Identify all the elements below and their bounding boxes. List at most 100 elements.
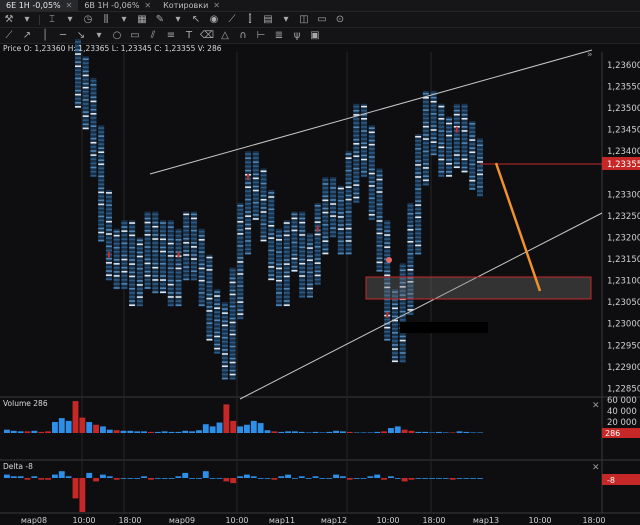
heat-cell [82, 111, 89, 113]
heat-cell [407, 208, 414, 211]
heat-cell [160, 279, 167, 281]
time-axis-label: 18:00 [422, 516, 445, 525]
heat-cell [121, 279, 128, 281]
heat-cell [198, 267, 205, 270]
delta-bar [477, 478, 483, 479]
heat-cell [399, 310, 406, 313]
heat-cell [237, 273, 244, 275]
heat-cell [175, 296, 182, 298]
delta-bar [463, 478, 470, 479]
volume-bar [148, 431, 154, 433]
heat-cell [229, 333, 236, 336]
heat-cell [152, 234, 159, 236]
chart-canvas[interactable]: » 1,236001,235501,235001,234501,234001,2… [0, 0, 640, 525]
heat-cell [75, 65, 81, 68]
heat-cell [75, 93, 81, 96]
delta-bar [86, 472, 93, 478]
delta-bar [257, 478, 264, 479]
heat-cell [353, 126, 360, 129]
heat-cell [229, 285, 236, 288]
heat-cell [415, 144, 422, 146]
heat-cell [399, 360, 406, 363]
heat-cell [376, 178, 383, 181]
heat-cell [152, 238, 159, 240]
heat-cell [268, 233, 275, 235]
heat-cell [144, 238, 151, 240]
price-axis-label: 1,23500 [607, 104, 640, 114]
heat-cell [98, 155, 105, 158]
heat-cell [422, 130, 429, 132]
volume-axis-label: 40 000 [607, 407, 637, 417]
forecast-arrow-line[interactable] [494, 162, 542, 292]
scroll-right-icon[interactable]: » [587, 50, 593, 60]
candle-body [152, 211, 159, 294]
heat-cell [90, 141, 97, 144]
heat-cell [175, 275, 182, 278]
heat-cell [391, 299, 398, 301]
heat-cell [229, 321, 236, 324]
heat-cell [446, 122, 453, 125]
price-axis-label: 1,22950 [607, 341, 640, 351]
heat-cell [376, 174, 383, 177]
heat-cell [399, 356, 406, 358]
heat-cell [415, 196, 422, 198]
delta-bar [141, 476, 147, 478]
heat-cell [190, 225, 197, 228]
heat-cell [415, 184, 422, 186]
heat-cell [190, 233, 197, 236]
heat-cell [245, 244, 252, 246]
heat-cell [384, 330, 391, 333]
heat-cell [237, 317, 244, 319]
heat-cell [129, 255, 136, 257]
heat-cell [98, 159, 105, 162]
heat-cell [183, 250, 190, 252]
heat-cell [330, 227, 337, 229]
marker-dot[interactable] [386, 257, 392, 263]
heat-cell [322, 187, 329, 189]
heat-cell [245, 182, 252, 184]
heat-cell [330, 235, 337, 238]
heat-cell [384, 246, 391, 248]
volume-bar [17, 431, 24, 433]
heat-cell [322, 215, 329, 218]
heat-cell [291, 265, 298, 268]
close-panel-icon[interactable]: ✕ [592, 401, 600, 411]
heat-cell [198, 230, 205, 233]
volume-bar [422, 431, 429, 433]
heat-cell [283, 246, 290, 249]
volume-bar [271, 431, 278, 433]
heat-cell [221, 365, 228, 368]
heat-cell [453, 113, 460, 116]
heat-cell [461, 146, 468, 148]
volume-bar [298, 431, 305, 433]
heat-cell [469, 167, 476, 170]
heat-cell [190, 242, 197, 244]
heat-cell [229, 349, 236, 352]
delta-bar [456, 478, 463, 479]
heat-cell [75, 57, 81, 59]
heat-cell [268, 266, 275, 268]
heat-cell [167, 226, 174, 228]
volume-bar [230, 420, 237, 433]
heat-cell [353, 184, 360, 186]
heat-cell [237, 257, 244, 259]
heat-cell [136, 247, 143, 250]
close-panel-icon[interactable]: ✕ [592, 463, 600, 473]
heat-cell [407, 269, 414, 271]
heat-cell [353, 118, 360, 120]
heat-cell [422, 158, 429, 161]
volume-bar [463, 431, 470, 433]
heat-cell [237, 241, 244, 243]
heat-cell [121, 226, 128, 228]
heat-cell [353, 192, 360, 195]
heat-cell [415, 228, 422, 231]
support-zone-rectangle[interactable] [365, 276, 592, 300]
heat-cell [90, 154, 97, 156]
heat-cell [376, 195, 383, 197]
heat-cell [407, 248, 414, 251]
heat-cell [237, 233, 244, 235]
heat-cell [407, 301, 414, 303]
heat-cell [415, 248, 422, 251]
heat-cell [237, 204, 244, 207]
delta-bar [285, 474, 291, 478]
